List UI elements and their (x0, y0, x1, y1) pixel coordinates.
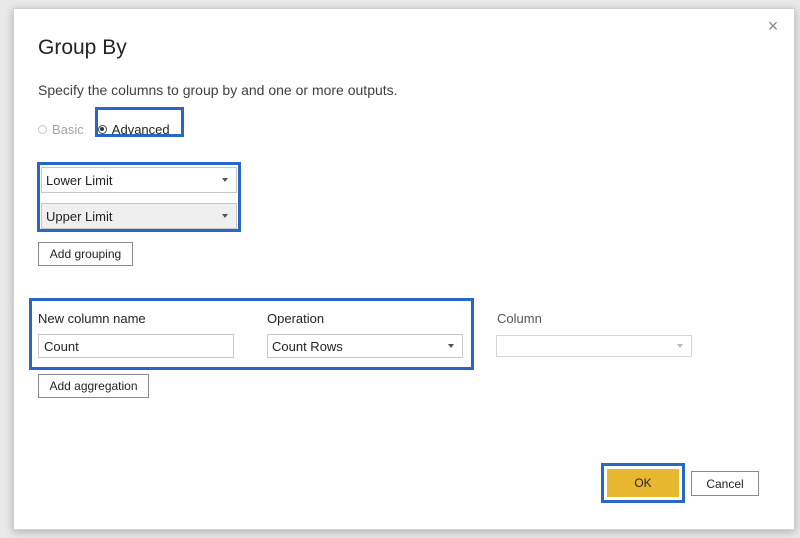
column-select[interactable] (496, 335, 692, 357)
column-label: Column (497, 311, 542, 326)
close-icon[interactable]: × (764, 17, 782, 35)
dialog-subtitle: Specify the columns to group by and one … (38, 82, 398, 98)
chevron-down-icon (677, 344, 683, 348)
advanced-highlight-box (95, 107, 184, 137)
basic-radio[interactable] (38, 124, 47, 134)
add-grouping-button[interactable]: Add grouping (38, 242, 133, 266)
cancel-button[interactable]: Cancel (691, 471, 759, 496)
basic-radio-label[interactable]: Basic (52, 122, 84, 137)
group-by-dialog: × Group By Specify the columns to group … (13, 8, 795, 530)
ok-highlight-box (601, 463, 685, 503)
aggregation-highlight-box (29, 298, 474, 370)
grouping-highlight-box (37, 162, 241, 232)
add-aggregation-button[interactable]: Add aggregation (38, 374, 149, 398)
dialog-title: Group By (38, 36, 127, 59)
